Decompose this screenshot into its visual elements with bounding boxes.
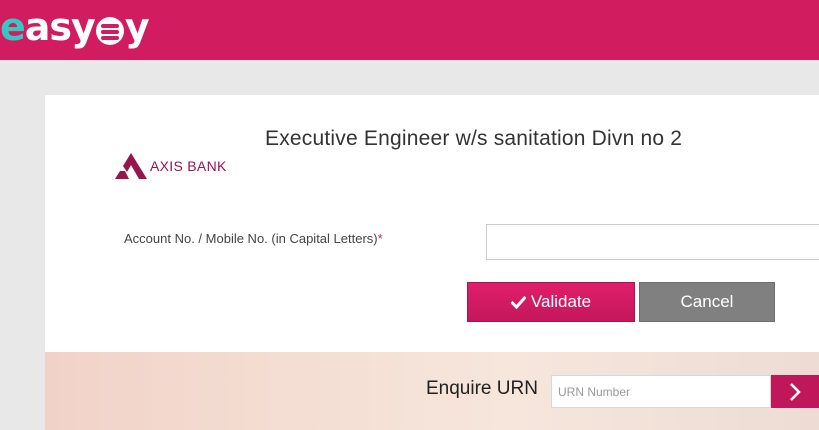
page-title: Executive Engineer w/s sanitation Divn n…: [265, 127, 683, 150]
urn-submit-button[interactable]: [771, 375, 819, 408]
validate-label: Validate: [530, 292, 592, 311]
bank-name: AXIS BANK: [150, 158, 227, 174]
logo-letters-asy: asy: [24, 5, 96, 49]
payment-card: AXIS BANK Executive Engineer w/s sanitat…: [45, 95, 819, 352]
axis-bank-logo: AXIS BANK: [115, 153, 227, 179]
check-icon: [510, 295, 526, 309]
urn-number-input[interactable]: [551, 375, 771, 408]
axis-bank-mark-icon: [115, 153, 147, 179]
enquire-urn-label: Enquire URN: [426, 378, 538, 399]
cancel-button[interactable]: Cancel: [639, 282, 775, 322]
cancel-label: Cancel: [680, 292, 734, 311]
required-asterisk: *: [377, 231, 383, 246]
validate-button[interactable]: Validate: [467, 282, 635, 322]
coin-stack-icon: [95, 17, 124, 45]
easypay-logo[interactable]: e asy y: [0, 4, 150, 50]
account-field-label: Account No. / Mobile No. (in Capital Let…: [124, 231, 383, 246]
account-number-input[interactable]: [486, 224, 819, 260]
logo-letter-e: e: [0, 5, 26, 49]
enquire-urn-section: Enquire URN: [45, 352, 819, 430]
header-bar: e asy y: [0, 0, 819, 60]
account-label-text: Account No. / Mobile No. (in Capital Let…: [124, 231, 378, 246]
logo-letter-y: y: [124, 5, 150, 49]
chevron-right-icon: [790, 382, 801, 401]
